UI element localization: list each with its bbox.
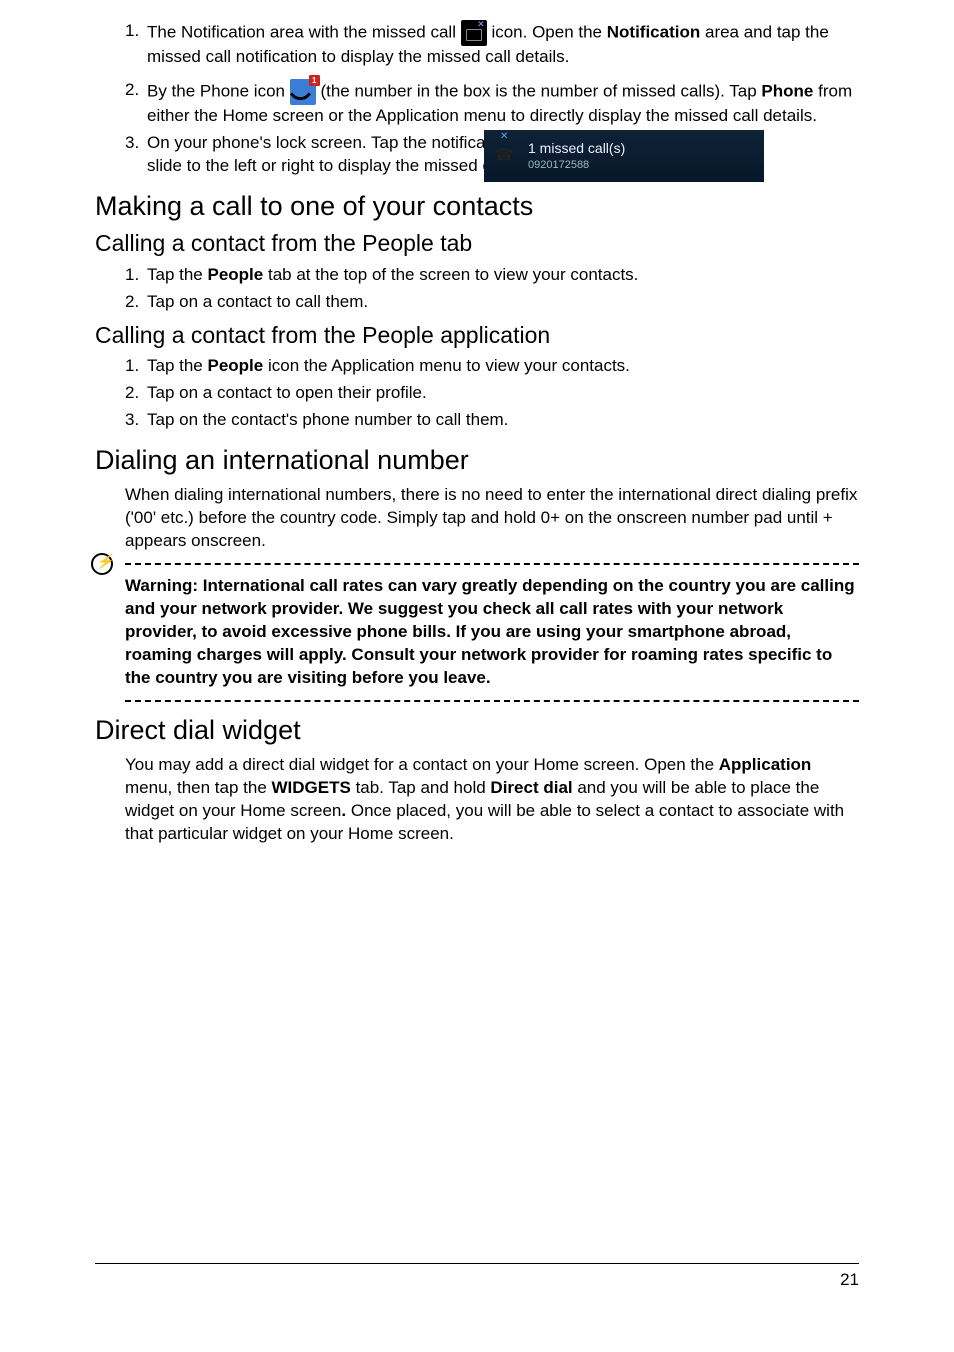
phone-badge-icon	[290, 79, 316, 105]
missed-call-locations-list: 1. The Notification area with the missed…	[95, 20, 859, 178]
heading-calling-from-people-tab: Calling a contact from the People tab	[95, 230, 859, 258]
page-number: 21	[840, 1270, 859, 1289]
heading-dialing-international: Dialing an international number	[95, 444, 859, 476]
list-number: 1.	[125, 20, 147, 69]
list-item: 1. Tap the People tab at the top of the …	[125, 264, 859, 287]
heading-calling-from-people-app: Calling a contact from the People applic…	[95, 322, 859, 350]
list-item: 1. Tap the People icon the Application m…	[125, 355, 859, 378]
warning-icon	[91, 553, 113, 575]
missed-call-small-icon: ☎	[494, 144, 518, 167]
list-body: The Notification area with the missed ca…	[147, 20, 859, 69]
heading-making-a-call: Making a call to one of your contacts	[95, 190, 859, 222]
missed-call-text: 1 missed call(s) 0920172588	[528, 139, 625, 173]
list-number: 3.	[125, 132, 147, 178]
list-item: 2. Tap on a contact to call them.	[125, 291, 859, 314]
people-app-steps: 1. Tap the People icon the Application m…	[95, 355, 859, 432]
lockscreen-missed-call-notification: ☎ 1 missed call(s) 0920172588	[484, 130, 764, 182]
list-item: 3. On your phone's lock screen. Tap the …	[125, 132, 859, 178]
list-item: 1. The Notification area with the missed…	[125, 20, 859, 69]
missed-call-notification-icon	[461, 20, 487, 46]
list-body: By the Phone icon (the number in the box…	[147, 79, 859, 128]
warning-text: Warning: International call rates can va…	[125, 575, 859, 690]
international-paragraph: When dialing international numbers, ther…	[95, 484, 859, 553]
missed-call-count: 1 missed call(s)	[528, 139, 625, 158]
missed-call-number: 0920172588	[528, 158, 625, 173]
people-tab-steps: 1. Tap the People tab at the top of the …	[95, 264, 859, 314]
list-item: 2. By the Phone icon (the number in the …	[125, 79, 859, 128]
page-footer: 21	[95, 1263, 859, 1290]
warning-block: Warning: International call rates can va…	[125, 563, 859, 702]
list-item: 3. Tap on the contact's phone number to …	[125, 409, 859, 432]
list-number: 2.	[125, 79, 147, 128]
list-item: 2. Tap on a contact to open their profil…	[125, 382, 859, 405]
direct-dial-paragraph: You may add a direct dial widget for a c…	[95, 754, 859, 846]
heading-direct-dial-widget: Direct dial widget	[95, 714, 859, 746]
